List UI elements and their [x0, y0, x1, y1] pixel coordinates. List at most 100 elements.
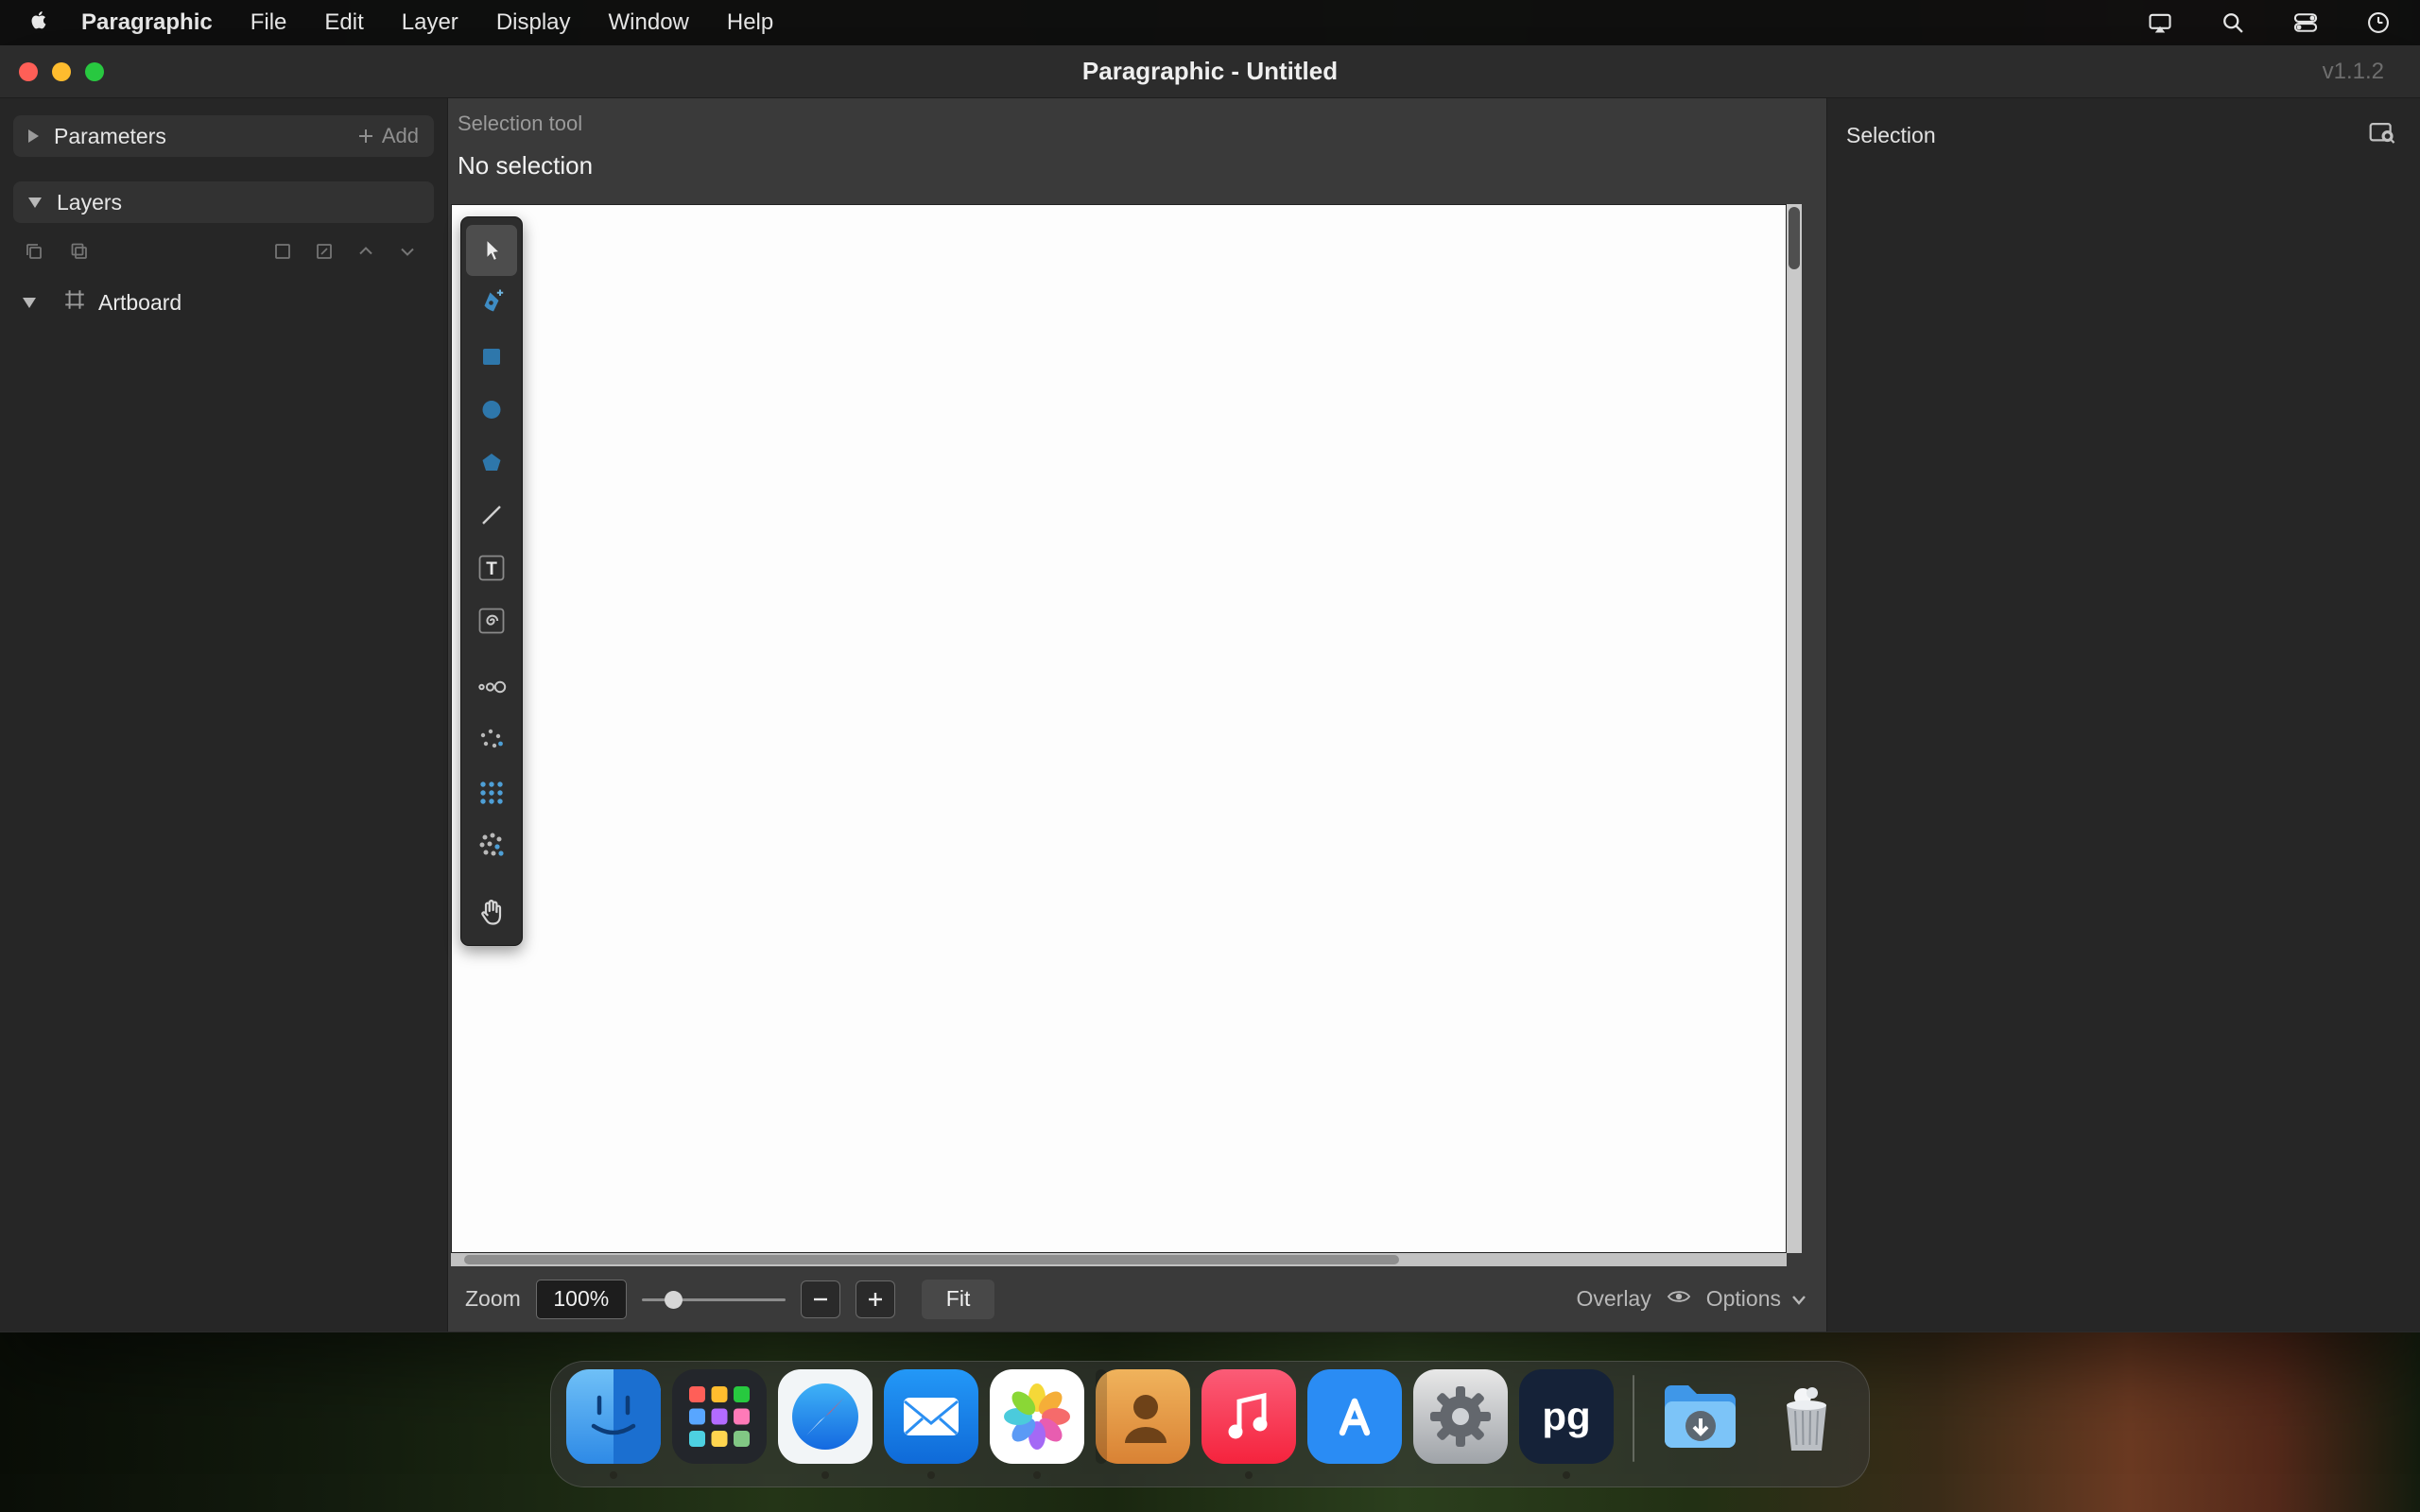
- dock-item-system-settings[interactable]: [1411, 1369, 1510, 1485]
- layers-header[interactable]: Layers: [13, 181, 434, 223]
- duplicate-layer-alt-icon[interactable]: [68, 240, 91, 267]
- menu-window[interactable]: Window: [609, 9, 689, 36]
- mail-icon: [884, 1369, 978, 1464]
- menu-file[interactable]: File: [251, 9, 287, 36]
- zoom-label: Zoom: [465, 1286, 521, 1312]
- dock-separator: [1633, 1375, 1634, 1462]
- tool-text-button[interactable]: T: [466, 542, 517, 593]
- rectangle-icon: [475, 339, 509, 373]
- spiral-icon: [475, 604, 509, 638]
- dock-item-downloads[interactable]: [1651, 1369, 1750, 1485]
- minus-icon: [811, 1290, 830, 1309]
- close-button[interactable]: [19, 62, 38, 81]
- search-icon[interactable]: [2220, 9, 2246, 36]
- panel-search-icon[interactable]: [2367, 119, 2397, 152]
- right-sidebar: Selection: [1826, 98, 2420, 1332]
- tool-polygon-button[interactable]: [466, 437, 517, 488]
- dock-item-launchpad[interactable]: [670, 1369, 769, 1485]
- app-store-icon: [1307, 1369, 1402, 1464]
- canvas-region: Selection tool No selection: [448, 98, 1826, 1332]
- artboard-disclosure-icon[interactable]: [23, 298, 36, 308]
- fit-button[interactable]: Fit: [922, 1280, 995, 1319]
- layers-toolbar: [23, 238, 419, 268]
- zoom-out-button[interactable]: [801, 1280, 840, 1318]
- zoom-slider-track[interactable]: [642, 1298, 786, 1301]
- dock-item-paragraphic[interactable]: pg: [1517, 1369, 1616, 1485]
- window-title: Paragraphic - Untitled: [0, 57, 2420, 86]
- fullscreen-button[interactable]: [85, 62, 104, 81]
- menu-display[interactable]: Display: [496, 9, 571, 36]
- edit-frame-icon[interactable]: [313, 240, 336, 267]
- line-icon: [475, 498, 509, 532]
- disclosure-down-icon[interactable]: [28, 198, 42, 208]
- artboard-label: Artboard: [98, 290, 182, 316]
- paragraphic-icon-label: pg: [1542, 1394, 1590, 1438]
- dock: pg: [550, 1361, 1870, 1487]
- dock-item-safari[interactable]: [776, 1369, 874, 1485]
- artboard-icon: [62, 287, 87, 318]
- options-button[interactable]: Options: [1706, 1286, 1809, 1312]
- active-tool-label: Selection tool: [458, 112, 1826, 136]
- window-titlebar[interactable]: Paragraphic - Untitled v1.1.2: [0, 45, 2420, 98]
- clock-icon[interactable]: [2365, 9, 2392, 36]
- menu-help[interactable]: Help: [727, 9, 773, 36]
- tool-pan-button[interactable]: [466, 886, 517, 937]
- add-parameter-button[interactable]: Add: [357, 124, 419, 148]
- options-label: Options: [1706, 1286, 1781, 1312]
- running-indicator: [610, 1471, 617, 1479]
- downloads-folder-icon: [1653, 1369, 1748, 1464]
- disclosure-right-icon[interactable]: [28, 129, 39, 143]
- duplicate-layer-icon[interactable]: [23, 240, 45, 267]
- system-settings-icon: [1413, 1369, 1508, 1464]
- dock-item-app-store[interactable]: [1305, 1369, 1404, 1485]
- zoom-value-field[interactable]: 100%: [536, 1280, 627, 1319]
- apple-menu-icon[interactable]: [28, 10, 49, 35]
- horizontal-scrollbar[interactable]: [451, 1253, 1787, 1266]
- move-layer-up-icon[interactable]: [354, 240, 377, 267]
- tool-line-button[interactable]: [466, 490, 517, 541]
- running-indicator: [1563, 1471, 1570, 1479]
- chevron-down-icon: [1789, 1289, 1809, 1310]
- screen-mirroring-icon[interactable]: [2146, 9, 2174, 36]
- tool-ellipse-button[interactable]: [466, 384, 517, 435]
- vertical-scrollbar-thumb[interactable]: [1789, 207, 1800, 269]
- dock-item-finder[interactable]: [564, 1369, 663, 1485]
- tool-select-button[interactable]: [466, 225, 517, 276]
- horizontal-scrollbar-thumb[interactable]: [464, 1255, 1399, 1264]
- vertical-scrollbar[interactable]: [1787, 204, 1802, 1253]
- dock-item-mail[interactable]: [882, 1369, 980, 1485]
- running-indicator: [927, 1471, 935, 1479]
- music-icon: [1201, 1369, 1296, 1464]
- tool-dot-grid-button[interactable]: [466, 767, 517, 818]
- menu-edit[interactable]: Edit: [324, 9, 363, 36]
- control-center-icon[interactable]: [2291, 9, 2320, 36]
- dock-item-contacts[interactable]: [1094, 1369, 1192, 1485]
- frame-icon[interactable]: [271, 240, 294, 267]
- layer-artboard-row[interactable]: Artboard: [23, 287, 447, 318]
- tool-dot-scatter-button[interactable]: [466, 714, 517, 765]
- dock-item-trash[interactable]: [1757, 1369, 1856, 1485]
- tool-dot-cluster-button[interactable]: [466, 820, 517, 871]
- layers-toolbar-right: [271, 240, 419, 267]
- tool-dot-size-button[interactable]: [466, 662, 517, 713]
- zoom-in-button[interactable]: [856, 1280, 895, 1318]
- tool-pen-button[interactable]: [466, 278, 517, 329]
- zoom-slider-thumb[interactable]: [665, 1291, 683, 1309]
- zoom-slider[interactable]: [642, 1280, 786, 1319]
- menu-layer[interactable]: Layer: [402, 9, 458, 36]
- parameters-header[interactable]: Parameters Add: [13, 115, 434, 157]
- contacts-icon: [1096, 1369, 1190, 1464]
- tool-rectangle-button[interactable]: [466, 331, 517, 382]
- canvas[interactable]: [451, 204, 1787, 1253]
- dock-item-photos[interactable]: [988, 1369, 1086, 1485]
- overlay-visibility-toggle[interactable]: [1665, 1285, 1693, 1314]
- minimize-button[interactable]: [52, 62, 71, 81]
- dot-size-icon: [475, 670, 509, 704]
- dock-item-music[interactable]: [1200, 1369, 1298, 1485]
- menu-app-name[interactable]: Paragraphic: [81, 9, 213, 36]
- move-layer-down-icon[interactable]: [396, 240, 419, 267]
- tool-spiral-button[interactable]: [466, 595, 517, 646]
- pen-icon: [475, 286, 509, 320]
- desktop: Paragraphic File Edit Layer Display Wind…: [0, 0, 2420, 1512]
- polygon-icon: [475, 445, 509, 479]
